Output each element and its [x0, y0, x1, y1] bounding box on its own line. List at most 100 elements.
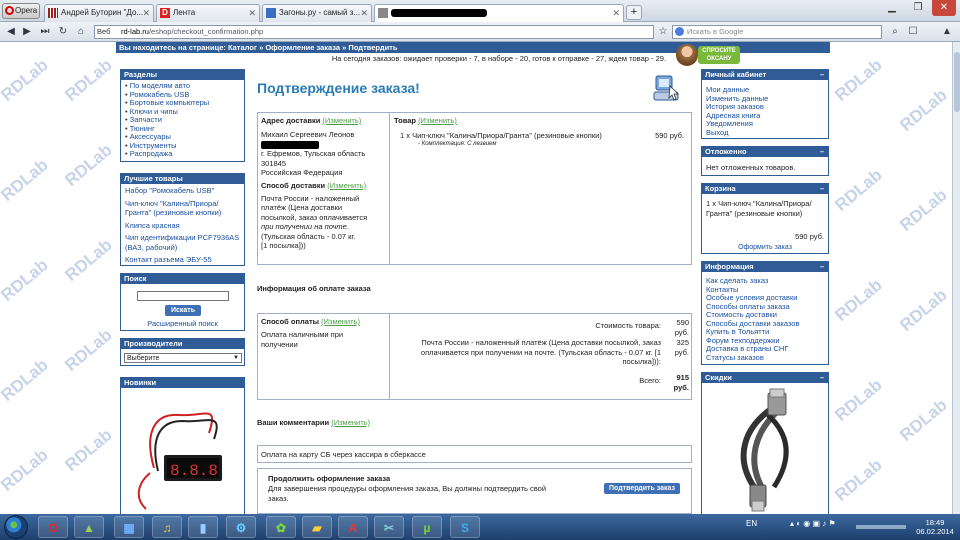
winamp-taskbar-icon[interactable]: ▲ [74, 516, 104, 538]
minimize-icon[interactable]: ▁ [880, 0, 904, 16]
product-name: Чип-ключ "Калина/Приора/Гранта" (резинов… [412, 131, 602, 140]
collapse-icon[interactable]: – [820, 262, 824, 272]
tab-zagony[interactable]: Загоны.ру - самый з... ✕ [262, 4, 372, 22]
back-arrow-icon[interactable]: ◀ [4, 24, 18, 39]
payment-method-text: Оплата наличными при [261, 330, 344, 339]
utorrent-taskbar-icon[interactable]: µ [412, 516, 442, 538]
manufacturers-select[interactable]: Выберите ▼ [124, 353, 242, 363]
voltmeter-product-image[interactable]: 8.8.8 [124, 393, 242, 514]
collapse-icon[interactable]: – [820, 70, 824, 80]
new-tab-button[interactable]: + [626, 5, 642, 20]
page-favicon-icon [266, 8, 276, 18]
skype-taskbar-icon[interactable]: S [450, 516, 480, 538]
icq-taskbar-icon[interactable]: ✿ [266, 516, 296, 538]
player-taskbar-icon[interactable]: ♫ [152, 516, 182, 538]
opera-taskbar-icon[interactable]: O [38, 516, 68, 538]
acrobat-taskbar-icon[interactable]: A [338, 516, 368, 538]
scrollbar-thumb[interactable] [954, 52, 960, 112]
info-link[interactable]: Статусы заказов [706, 353, 824, 363]
total-row: Всего: 915 руб. [639, 373, 689, 392]
product-line: 1 x Чип-ключ "Калина/Приора/Гранта" (рез… [400, 131, 684, 140]
d-favicon-icon: D [160, 8, 170, 18]
edit-shipping-link[interactable]: (Изменить) [327, 181, 366, 190]
collapse-icon[interactable]: – [820, 184, 824, 194]
volume-slider[interactable] [856, 525, 906, 529]
search-button[interactable]: Искать [165, 305, 201, 316]
shipping-method-text: посылкой, заказ оплачивается [261, 212, 368, 222]
cart-checkout-link[interactable]: Оформить заказ [702, 244, 828, 251]
language-indicator[interactable]: EN [746, 519, 757, 528]
tray-icons[interactable]: ▴ ◐ ◉ ▣ ♪ ⚑ [790, 519, 836, 528]
best-product-link[interactable]: Набор "Ромокабель USB" [125, 186, 240, 196]
page-title: Подтверждение заказа! [257, 80, 420, 96]
account-link[interactable]: Выход [706, 128, 824, 138]
edit-payment-link[interactable]: (Изменить) [321, 317, 360, 326]
best-product-link[interactable]: Клипса красная [125, 221, 240, 231]
maximize-icon[interactable]: ❐ [906, 0, 930, 16]
home-icon[interactable]: ⌂ [74, 24, 88, 39]
sections-list: По моделям авто Ромокабель USB Бортовые … [121, 80, 244, 161]
tab-lenta[interactable]: D Лента ✕ [156, 4, 260, 22]
collapse-icon[interactable]: – [820, 147, 824, 157]
phone-taskbar-icon[interactable]: ▮ [188, 516, 218, 538]
address-toolbar: ◀ ▶ ⏭ ↻ ⌂ Веб rd-lab.ru/eshop/checkout_c… [0, 22, 960, 42]
settings-taskbar-icon[interactable]: ⚙ [226, 516, 256, 538]
close-tab-icon[interactable]: ✕ [142, 5, 150, 21]
discounts-title: Скидки – [702, 373, 828, 383]
tab-butorin[interactable]: Андрей Буторин "До... ✕ [44, 4, 154, 22]
section-link[interactable]: Распродажа [125, 149, 240, 159]
advanced-search-link[interactable]: Расширенный поиск [121, 319, 244, 328]
close-tab-icon[interactable]: ✕ [248, 5, 256, 21]
bars-favicon-icon [48, 8, 58, 18]
tab-active-redacted[interactable]: ✕ [374, 4, 624, 22]
confirm-order-button[interactable]: Подтвердить заказ [604, 483, 680, 494]
cart-total: 590 руб. [795, 232, 824, 241]
address-zip: 301845 [261, 158, 287, 168]
panel-icon[interactable]: ☐ [906, 24, 920, 39]
windows-taskbar: O ▲ ▦ ♫ ▮ ⚙ ✿ ▰ A ✂ µ S EN ▴ ◐ ◉ ▣ ♪ ⚑ 1… [0, 514, 960, 540]
fast-forward-icon[interactable]: ⏭ [38, 24, 52, 39]
close-tab-icon[interactable]: ✕ [360, 5, 368, 21]
best-products-list: Набор "Ромокабель USB" Чип-ключ "Калина/… [121, 184, 244, 267]
forward-arrow-icon[interactable]: ▶ [20, 24, 34, 39]
best-product-link[interactable]: Чип-ключ "Калина/Приора/Гранта" (резинов… [125, 199, 240, 218]
search-engine-field[interactable]: Искать в Google [672, 25, 882, 39]
ask-oksana-button[interactable]: СПРОСИТЕ ОКСАНУ [698, 46, 740, 64]
edit-product-link[interactable]: (Изменить) [418, 116, 457, 125]
new-products-title: Новинки [121, 378, 244, 388]
folder-taskbar-icon[interactable]: ▰ [302, 516, 332, 538]
best-product-link[interactable]: Чип идентификации PCF7936AS (ВАЗ, рабочи… [125, 233, 240, 252]
close-tab-icon[interactable]: ✕ [612, 5, 620, 21]
payment-method-text: получении [261, 339, 298, 349]
comment-text: Оплата на карту СБ через кассира в сберк… [257, 445, 692, 463]
bookmark-star-icon[interactable]: ☆ [656, 24, 670, 39]
address-city: г. Ефремов, Тульская область [261, 149, 366, 158]
search-icon[interactable]: ⌕ [888, 24, 902, 39]
shipping-method-text: платёж (Цена доставки [261, 203, 343, 212]
opera-menu-button[interactable]: Opera [2, 3, 40, 19]
url-field[interactable]: Веб rd-lab.ru/eshop/checkout_confirmatio… [94, 25, 654, 39]
payment-panel: Способ оплаты (Изменить) Оплата наличным… [257, 313, 692, 400]
continue-text: Для завершения процедуры оформления зака… [268, 484, 547, 503]
taskbar-clock[interactable]: 18:49 06.02.2014 [912, 518, 958, 536]
total-row: Почта России - наложенный платёж (Цена д… [420, 338, 689, 366]
reload-icon[interactable]: ↻ [56, 24, 70, 39]
close-window-icon[interactable]: ✕ [932, 0, 956, 16]
start-button[interactable] [4, 515, 28, 539]
ask-consultant-widget[interactable]: СПРОСИТЕ ОКСАНУ [676, 44, 740, 66]
screenshot-taskbar-icon[interactable]: ✂ [374, 516, 404, 538]
browser-tab-bar: Opera Андрей Буторин "До... ✕ D Лента ✕ За… [0, 0, 960, 22]
page-favicon-icon [378, 8, 388, 18]
scroll-up-arrow-icon[interactable]: ▲ [940, 24, 954, 39]
photo-taskbar-icon[interactable]: ▦ [114, 516, 144, 538]
edit-address-link[interactable]: (Изменить) [322, 116, 361, 125]
info-links: Как сделать заказ Контакты Особые услови… [702, 272, 828, 364]
search-input[interactable] [137, 291, 229, 301]
page-scrollbar[interactable] [952, 42, 960, 514]
usb-cable-image[interactable] [704, 387, 826, 514]
edit-comments-link[interactable]: (Изменить) [331, 418, 370, 427]
best-product-link[interactable]: Контакт разъема ЭБУ-55 [125, 255, 240, 265]
collapse-icon[interactable]: – [820, 373, 824, 383]
product-price: 590 руб. [655, 131, 684, 140]
deferred-title: Отложенно – [702, 147, 828, 157]
